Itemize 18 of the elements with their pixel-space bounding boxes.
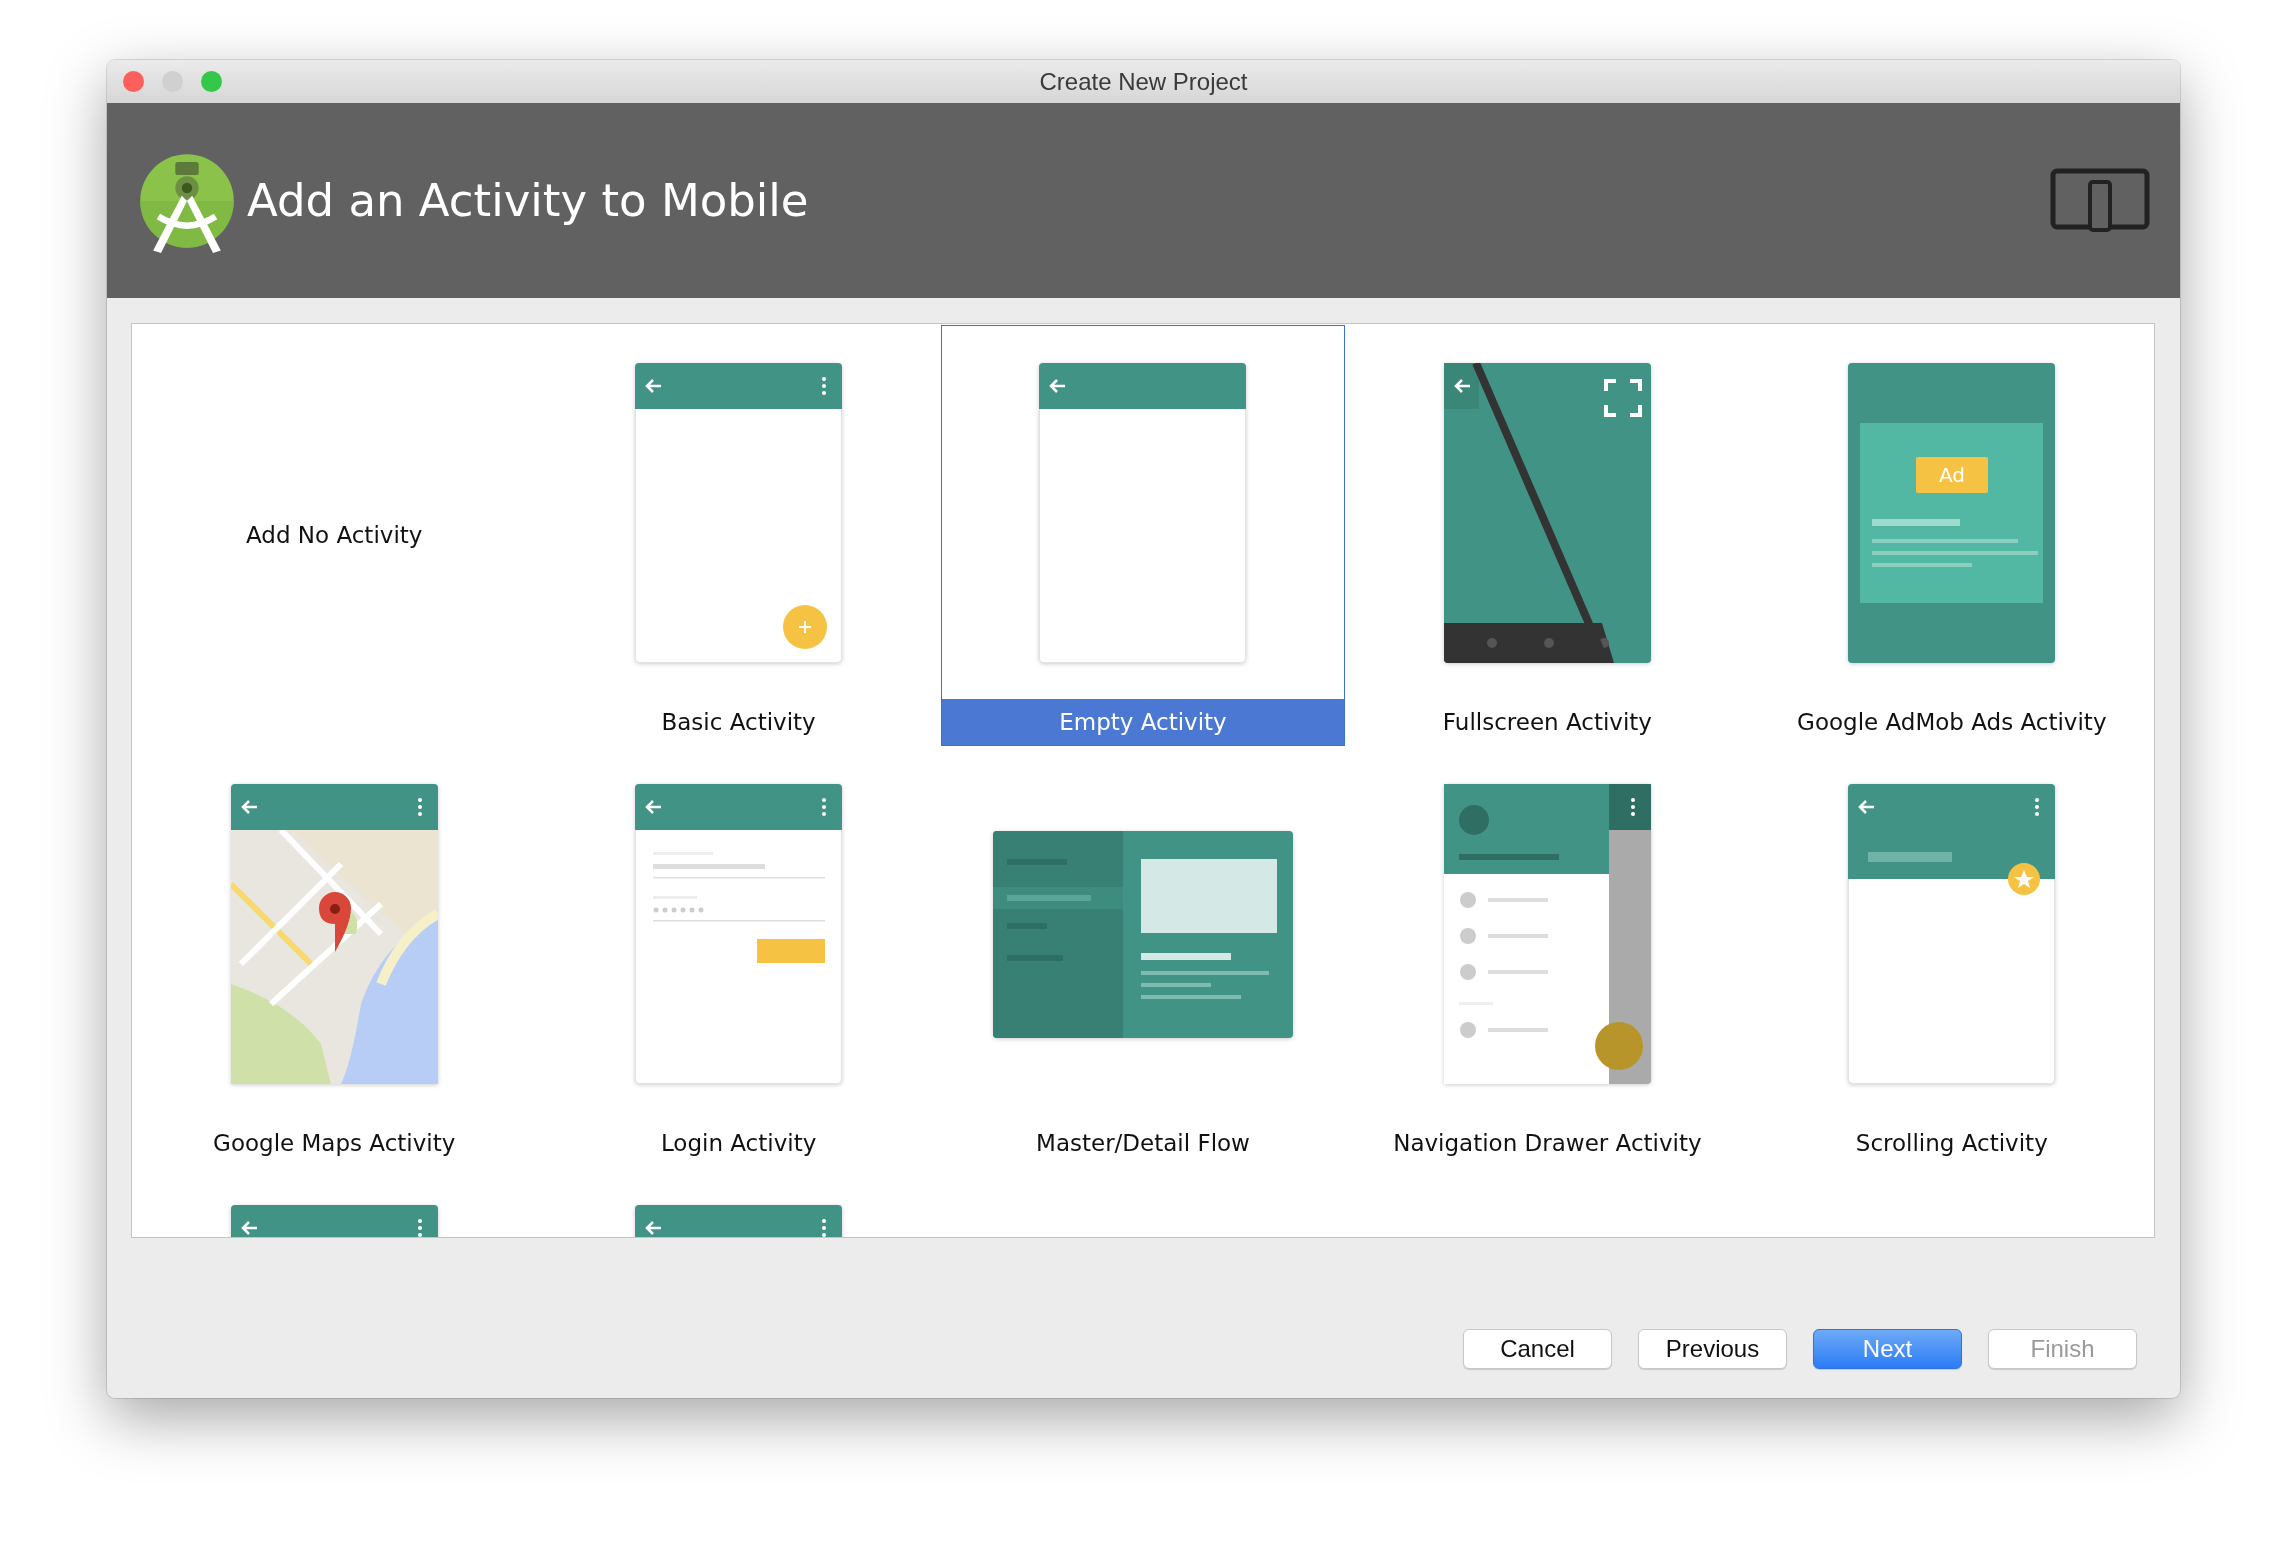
template-option[interactable]: Google Maps Activity (132, 746, 537, 1167)
close-icon[interactable] (123, 71, 144, 92)
template-option[interactable]: Empty Activity (940, 325, 1346, 746)
window-title: Create New Project (1039, 67, 1248, 96)
ad-label: Ad (1939, 463, 1966, 487)
template-option[interactable]: Ad Google AdMob Ads Activity (1749, 325, 2154, 746)
template-option[interactable]: Basic Activity (536, 325, 941, 746)
dialog-button[interactable]: Cancel (1463, 1329, 1612, 1369)
zoom-icon[interactable] (201, 71, 222, 92)
page-heading: Add an Activity to Mobile (247, 174, 810, 227)
template-option[interactable]: Master/Detail Flow (940, 746, 1346, 1167)
template-option[interactable]: Navigation Drawer Activity (1345, 746, 1750, 1167)
template-option[interactable]: Scrolling Activity (1749, 746, 2154, 1167)
dialog-button[interactable]: Previous (1638, 1329, 1787, 1369)
template-option[interactable]: Login Activity (536, 746, 941, 1167)
tablet-and-phone-icon (2050, 167, 2150, 234)
template-option[interactable]: Add No Activity (132, 325, 537, 746)
template-option[interactable]: Fullscreen Activity (1345, 325, 1750, 746)
